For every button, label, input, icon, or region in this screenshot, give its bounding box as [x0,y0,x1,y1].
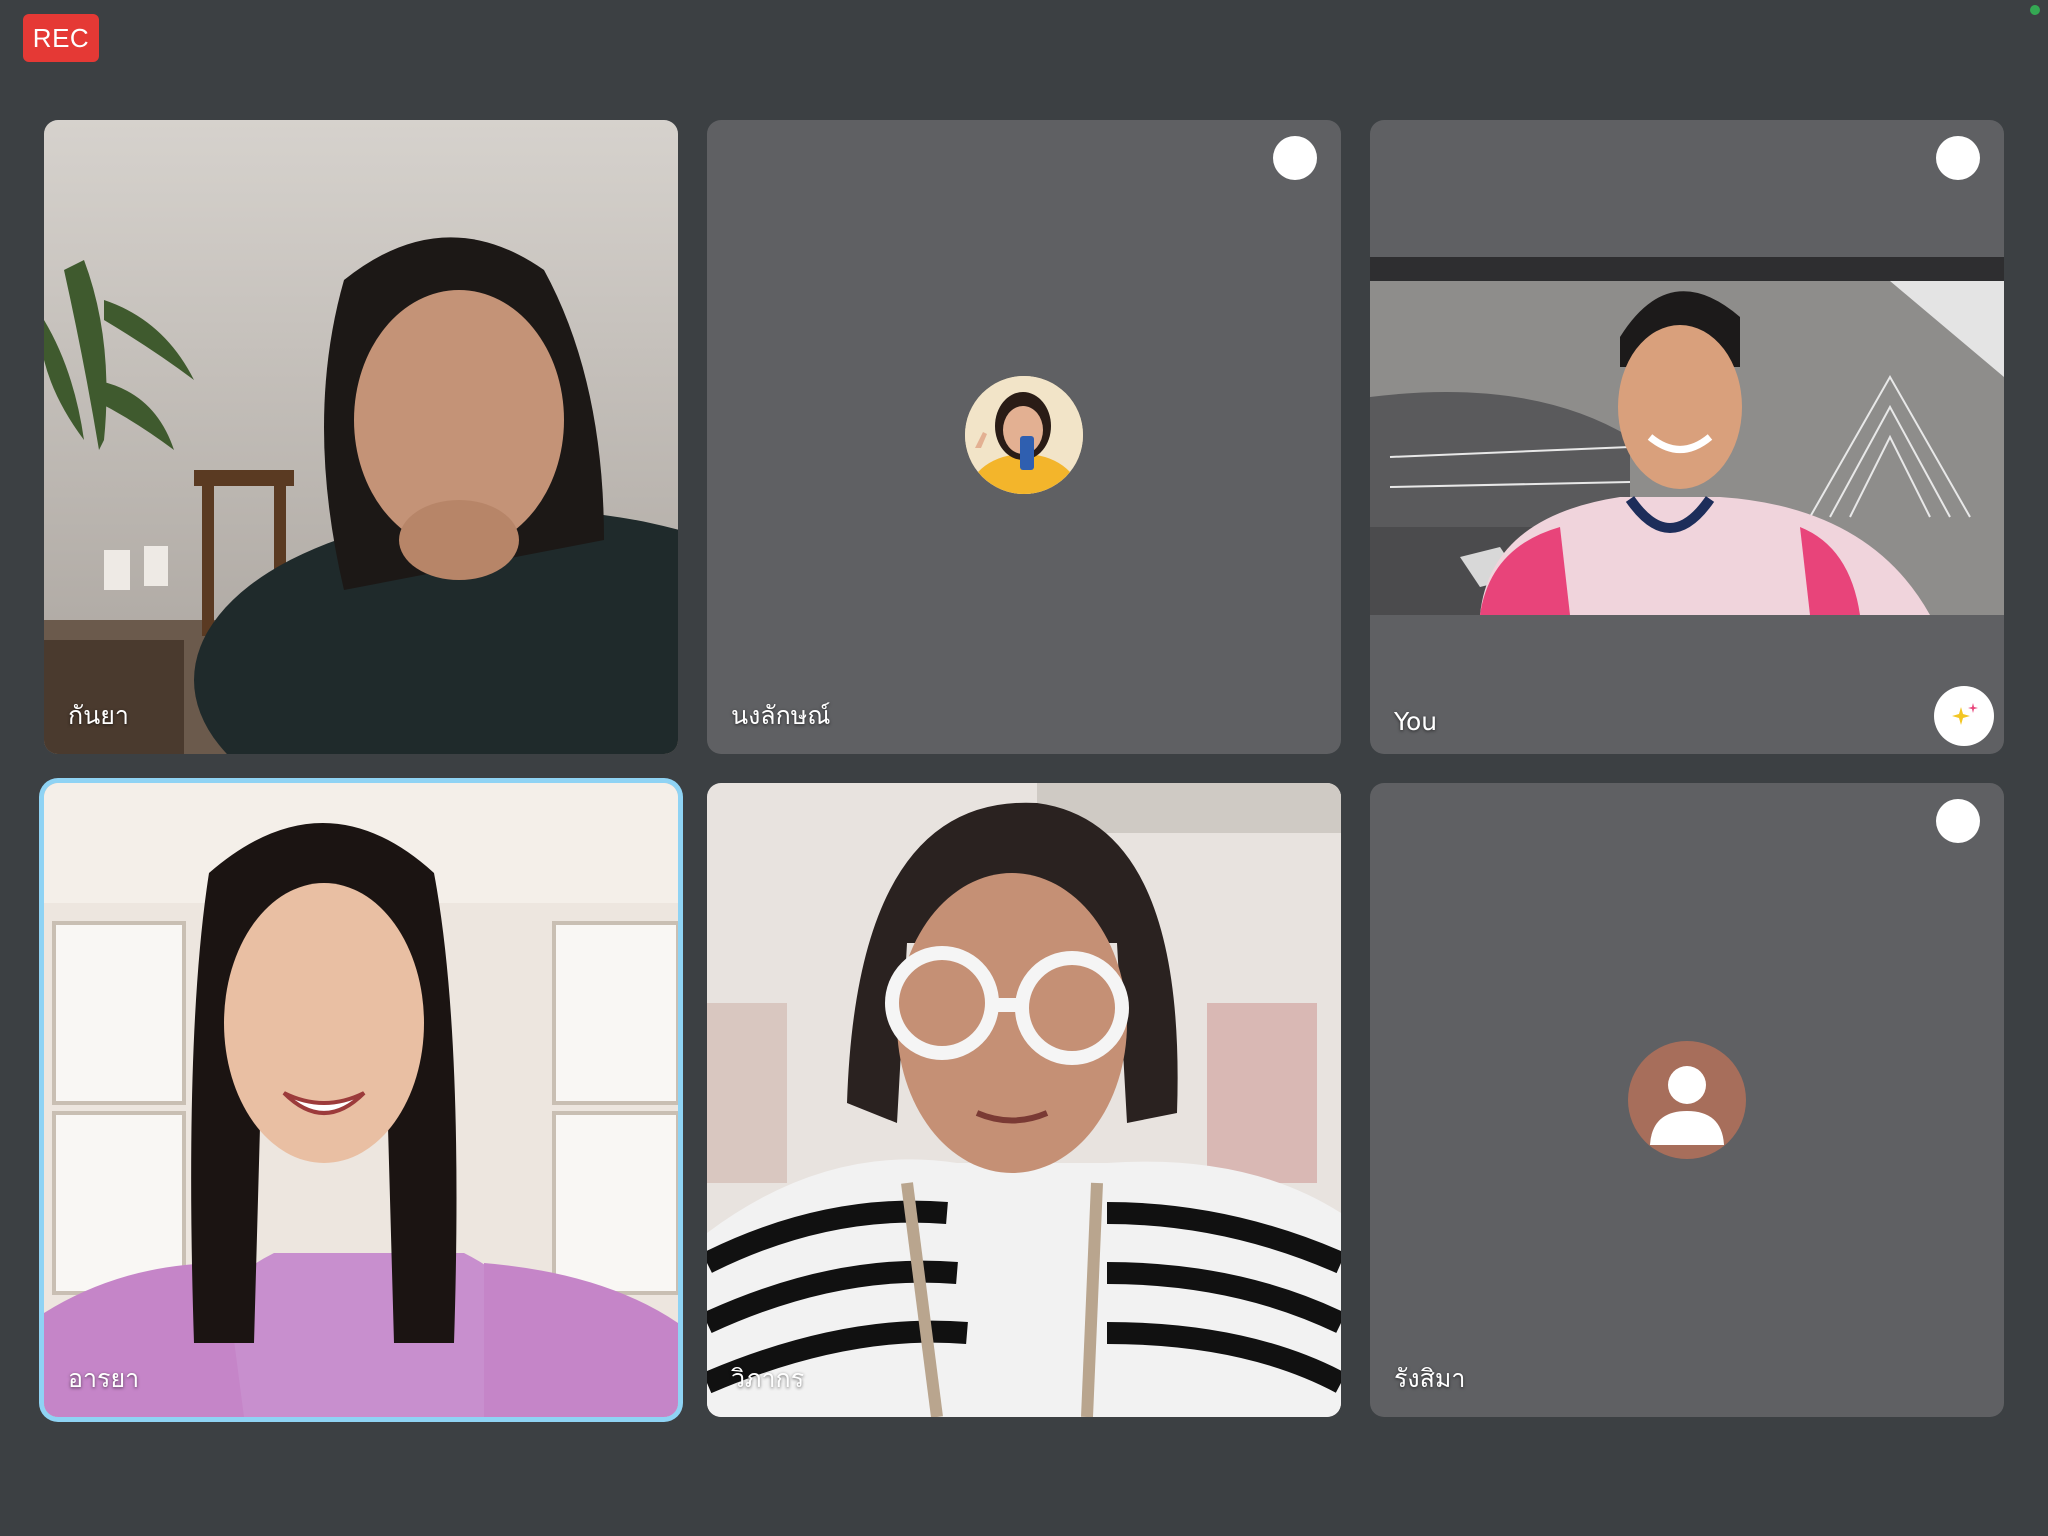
more-options-icon[interactable] [1936,799,1980,843]
participant-tile[interactable]: วิภากร [707,783,1341,1417]
participant-name: อารยา [68,1364,140,1393]
participant-tile[interactable]: นงลักษณ์ [707,120,1341,754]
participant-video [1370,257,2004,615]
participant-name: นงลักษณ์ [731,701,831,730]
participant-tile[interactable]: รังสิมา [1370,783,2004,1417]
status-indicator-icon [2030,5,2040,15]
more-options-icon[interactable] [1273,136,1317,180]
participant-tile[interactable]: กันยา [44,120,678,754]
sparkle-icon [1952,703,1978,725]
participant-name: กันยา [68,701,129,730]
self-view-tile[interactable]: You [1370,120,2004,754]
person-icon [1628,1041,1746,1159]
participant-video [44,783,678,1417]
visual-effects-button[interactable] [1934,686,1994,746]
recording-badge: REC [23,14,99,62]
more-options-icon[interactable] [1936,136,1980,180]
participant-name: You [1394,707,1438,736]
participant-video [44,120,678,754]
profile-photo-avatar [965,376,1083,494]
participant-video [707,783,1341,1417]
participant-name: วิภากร [731,1364,805,1393]
participant-name: รังสิมา [1394,1364,1466,1393]
participant-tile[interactable]: อารยา [44,783,678,1417]
